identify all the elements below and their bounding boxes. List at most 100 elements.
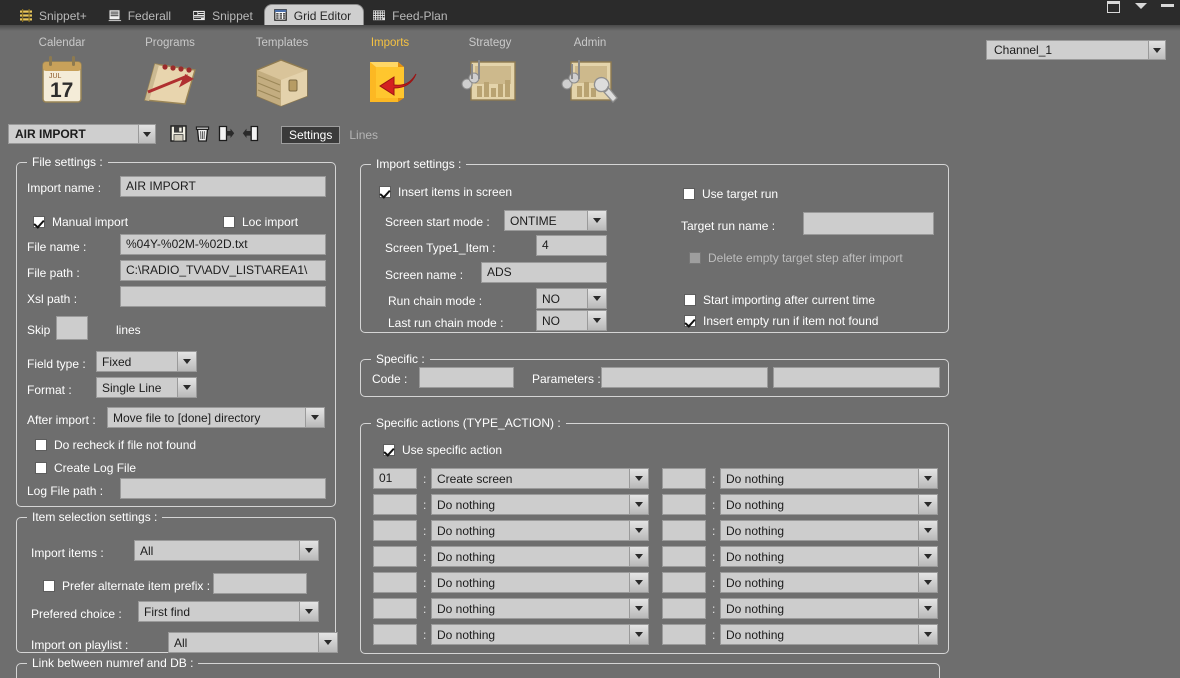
- export-icon[interactable]: [218, 125, 235, 142]
- action-code-input[interactable]: [662, 468, 706, 489]
- use-specific-action-checkbox[interactable]: Use specific action: [383, 443, 502, 457]
- format-select[interactable]: Single Line: [96, 377, 197, 398]
- action-code-input[interactable]: [373, 546, 417, 567]
- chevron-down-icon[interactable]: [299, 541, 318, 560]
- action-select[interactable]: Do nothing: [431, 494, 649, 515]
- start-importing-after-current-time-checkbox[interactable]: Start importing after current time: [684, 293, 875, 307]
- ribbon-item-strategy[interactable]: Strategy: [438, 37, 542, 110]
- loc-import-checkbox[interactable]: Loc import: [223, 215, 298, 229]
- insert-empty-run-checkbox[interactable]: Insert empty run if item not found: [684, 314, 878, 328]
- chevron-down-icon[interactable]: [918, 495, 937, 514]
- prefered-choice-select[interactable]: First find: [138, 601, 319, 622]
- import-icon[interactable]: [242, 125, 259, 142]
- action-code-input[interactable]: [662, 546, 706, 567]
- action-select[interactable]: Do nothing: [720, 624, 938, 645]
- tab-federall[interactable]: Federall: [99, 5, 183, 26]
- chevron-down-icon[interactable]: [299, 602, 318, 621]
- ribbon-item-imports[interactable]: Imports: [338, 37, 442, 110]
- import-on-playlist-select[interactable]: All: [168, 632, 338, 653]
- tab-snippet-plus[interactable]: Snippet+: [10, 5, 99, 26]
- action-select[interactable]: Do nothing: [720, 494, 938, 515]
- action-select[interactable]: Do nothing: [720, 546, 938, 567]
- file-path-input[interactable]: C:\RADIO_TV\ADV_LIST\AREA1\: [120, 260, 326, 281]
- tab-feed-plan[interactable]: Feed-Plan: [363, 5, 459, 26]
- prefer-alternate-prefix-checkbox[interactable]: Prefer alternate item prefix :: [43, 579, 210, 593]
- chevron-down-icon[interactable]: [918, 599, 937, 618]
- tab-grid-editor[interactable]: Grid Editor: [264, 5, 364, 26]
- after-import-select[interactable]: Move file to [done] directory: [107, 407, 325, 428]
- chevron-down-icon[interactable]: [305, 408, 324, 427]
- action-code-input[interactable]: [662, 572, 706, 593]
- chevron-down-icon[interactable]: [629, 573, 648, 592]
- tab-snippet[interactable]: Snippet: [183, 5, 265, 26]
- action-select[interactable]: Do nothing: [720, 468, 938, 489]
- screen-name-input[interactable]: ADS: [481, 262, 607, 283]
- action-select[interactable]: Do nothing: [431, 572, 649, 593]
- chevron-down-icon[interactable]: [177, 378, 196, 397]
- file-name-input[interactable]: %04Y-%02M-%02D.txt: [120, 234, 326, 255]
- do-recheck-checkbox[interactable]: Do recheck if file not found: [35, 438, 196, 452]
- screen-start-mode-select[interactable]: ONTIME: [504, 210, 607, 231]
- action-select[interactable]: Do nothing: [720, 572, 938, 593]
- ribbon-item-admin[interactable]: Admin: [538, 37, 642, 110]
- chevron-down-icon[interactable]: [629, 625, 648, 644]
- prefer-alternate-prefix-input[interactable]: [213, 573, 307, 594]
- chevron-down-icon[interactable]: [587, 211, 606, 230]
- action-code-input[interactable]: [373, 494, 417, 515]
- chevron-down-icon[interactable]: [629, 599, 648, 618]
- chevron-down-icon[interactable]: [629, 521, 648, 540]
- last-run-chain-mode-select[interactable]: NO: [536, 310, 607, 331]
- action-code-input[interactable]: [373, 572, 417, 593]
- ribbon-item-templates[interactable]: Templates: [230, 37, 334, 110]
- chevron-down-icon[interactable]: [318, 633, 337, 652]
- chevron-down-icon[interactable]: [918, 573, 937, 592]
- action-select[interactable]: Create screen: [431, 468, 649, 489]
- insert-items-in-screen-checkbox[interactable]: Insert items in screen: [379, 185, 512, 199]
- action-select[interactable]: Do nothing: [720, 598, 938, 619]
- chevron-down-icon[interactable]: [177, 352, 196, 371]
- action-code-input[interactable]: [662, 624, 706, 645]
- target-run-name-input[interactable]: [803, 212, 934, 235]
- action-select[interactable]: Do nothing: [720, 520, 938, 541]
- chevron-down-icon[interactable]: [629, 547, 648, 566]
- tab-lines[interactable]: Lines: [342, 126, 385, 144]
- action-code-input[interactable]: [373, 598, 417, 619]
- parameters-input-2[interactable]: [773, 367, 940, 388]
- action-code-input[interactable]: [662, 494, 706, 515]
- field-type-select[interactable]: Fixed: [96, 351, 197, 372]
- parameters-input-1[interactable]: [601, 367, 768, 388]
- create-log-checkbox[interactable]: Create Log File: [35, 461, 136, 475]
- import-name-input[interactable]: AIR IMPORT: [120, 176, 326, 197]
- use-target-run-checkbox[interactable]: Use target run: [683, 187, 778, 201]
- action-select[interactable]: Do nothing: [431, 624, 649, 645]
- screen-type1-item-input[interactable]: 4: [536, 235, 607, 256]
- delete-icon[interactable]: [194, 125, 211, 142]
- import-selector[interactable]: AIR IMPORT: [8, 124, 156, 144]
- import-items-select[interactable]: All: [134, 540, 319, 561]
- skip-input[interactable]: [56, 316, 88, 340]
- action-select[interactable]: Do nothing: [431, 520, 649, 541]
- chevron-down-icon[interactable]: [918, 625, 937, 644]
- chevron-down-icon[interactable]: [587, 311, 606, 330]
- action-code-input[interactable]: 01: [373, 468, 417, 489]
- action-select[interactable]: Do nothing: [431, 598, 649, 619]
- action-code-input[interactable]: [662, 520, 706, 541]
- ribbon-item-programs[interactable]: Programs: [118, 37, 222, 110]
- channel-select[interactable]: Channel_1: [986, 40, 1166, 60]
- action-select[interactable]: Do nothing: [431, 546, 649, 567]
- action-code-input[interactable]: [662, 598, 706, 619]
- save-icon[interactable]: [170, 125, 187, 142]
- code-input[interactable]: [419, 367, 514, 388]
- chevron-down-icon[interactable]: [138, 125, 155, 143]
- manual-import-checkbox[interactable]: Manual import: [33, 215, 128, 229]
- run-chain-mode-select[interactable]: NO: [536, 288, 607, 309]
- chevron-down-icon[interactable]: [918, 469, 937, 488]
- chevron-down-icon[interactable]: [587, 289, 606, 308]
- chevron-down-icon[interactable]: [1148, 41, 1165, 59]
- chevron-down-icon[interactable]: [629, 469, 648, 488]
- action-code-input[interactable]: [373, 520, 417, 541]
- tab-settings[interactable]: Settings: [281, 126, 341, 144]
- chevron-down-icon[interactable]: [918, 521, 937, 540]
- chevron-down-icon[interactable]: [918, 547, 937, 566]
- action-code-input[interactable]: [373, 624, 417, 645]
